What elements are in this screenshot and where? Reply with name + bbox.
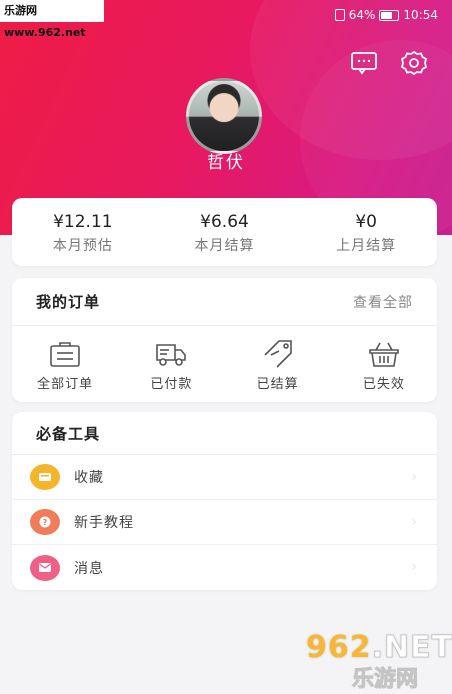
stat-settled-this-month[interactable]: ¥6.64 本月结算: [154, 198, 296, 266]
order-invalid[interactable]: 已失效: [331, 326, 437, 402]
logo-number: 962: [306, 630, 372, 665]
tool-label: 消息: [74, 560, 104, 577]
mail-icon: [30, 554, 60, 581]
stat-label: 上月结算: [336, 238, 397, 254]
vibrate-icon: [334, 9, 345, 21]
stat-value: ¥6.64: [200, 212, 249, 232]
chevron-right-icon: ›: [411, 559, 417, 575]
stat-estimated-this-month[interactable]: ¥12.11 本月预估: [12, 198, 154, 266]
stat-label: 本月结算: [194, 238, 255, 254]
tools-title: 必备工具: [36, 424, 101, 443]
favorites-icon: [30, 464, 60, 490]
order-label: 已结算: [256, 377, 299, 392]
stat-settled-last-month[interactable]: ¥0 上月结算: [295, 198, 437, 266]
tool-tutorial[interactable]: ? 新手教程 ›: [12, 500, 437, 545]
chevron-right-icon: ›: [411, 514, 417, 530]
avatar[interactable]: [186, 78, 262, 154]
tutorial-icon: ?: [30, 509, 60, 535]
site-logo: 962.NET 乐游网: [306, 630, 452, 693]
svg-text:?: ?: [43, 518, 48, 527]
settings-icon[interactable]: [400, 50, 428, 80]
watermark: 乐游网 www.962.net: [0, 0, 104, 39]
earnings-card: ¥12.11 本月预估 ¥6.64 本月结算 ¥0 上月结算: [12, 198, 437, 266]
order-settled[interactable]: 已结算: [225, 326, 331, 402]
order-all[interactable]: 全部订单: [12, 326, 118, 402]
order-label: 全部订单: [37, 377, 94, 392]
status-bar: 64% 10:54: [334, 8, 438, 22]
clock: 10:54: [403, 8, 438, 22]
orders-icon: [50, 342, 80, 367]
tool-label: 新手教程: [74, 515, 134, 531]
orders-title: 我的订单: [36, 293, 101, 311]
logo-net: .NET: [371, 630, 452, 666]
message-icon[interactable]: [350, 50, 378, 80]
order-paid[interactable]: 已付款: [118, 326, 224, 402]
stat-label: 本月预估: [52, 238, 113, 254]
username: 哲伏: [207, 153, 245, 173]
view-all-orders-link[interactable]: 查看全部: [353, 292, 413, 312]
order-label: 已付款: [150, 377, 193, 392]
tool-messages[interactable]: 消息 ›: [12, 545, 437, 590]
order-label: 已失效: [362, 377, 405, 392]
battery-icon: [379, 9, 400, 21]
basket-icon: [369, 342, 399, 367]
tag-icon: [264, 340, 292, 368]
truck-icon: [156, 344, 187, 366]
stat-value: ¥0: [355, 212, 377, 232]
tool-favorites[interactable]: 收藏 ›: [12, 455, 437, 500]
chevron-right-icon: ›: [411, 469, 417, 485]
stat-value: ¥12.11: [53, 212, 113, 232]
tool-label: 收藏: [74, 470, 104, 486]
my-orders-card: 我的订单 查看全部 全部订单 已付款 已结算 已失效: [12, 278, 437, 402]
logo-text: 乐游网: [352, 667, 419, 693]
essential-tools-card: 必备工具 收藏 › ? 新手教程 › 消息 ›: [12, 412, 437, 590]
battery-percent: 64%: [348, 8, 376, 22]
